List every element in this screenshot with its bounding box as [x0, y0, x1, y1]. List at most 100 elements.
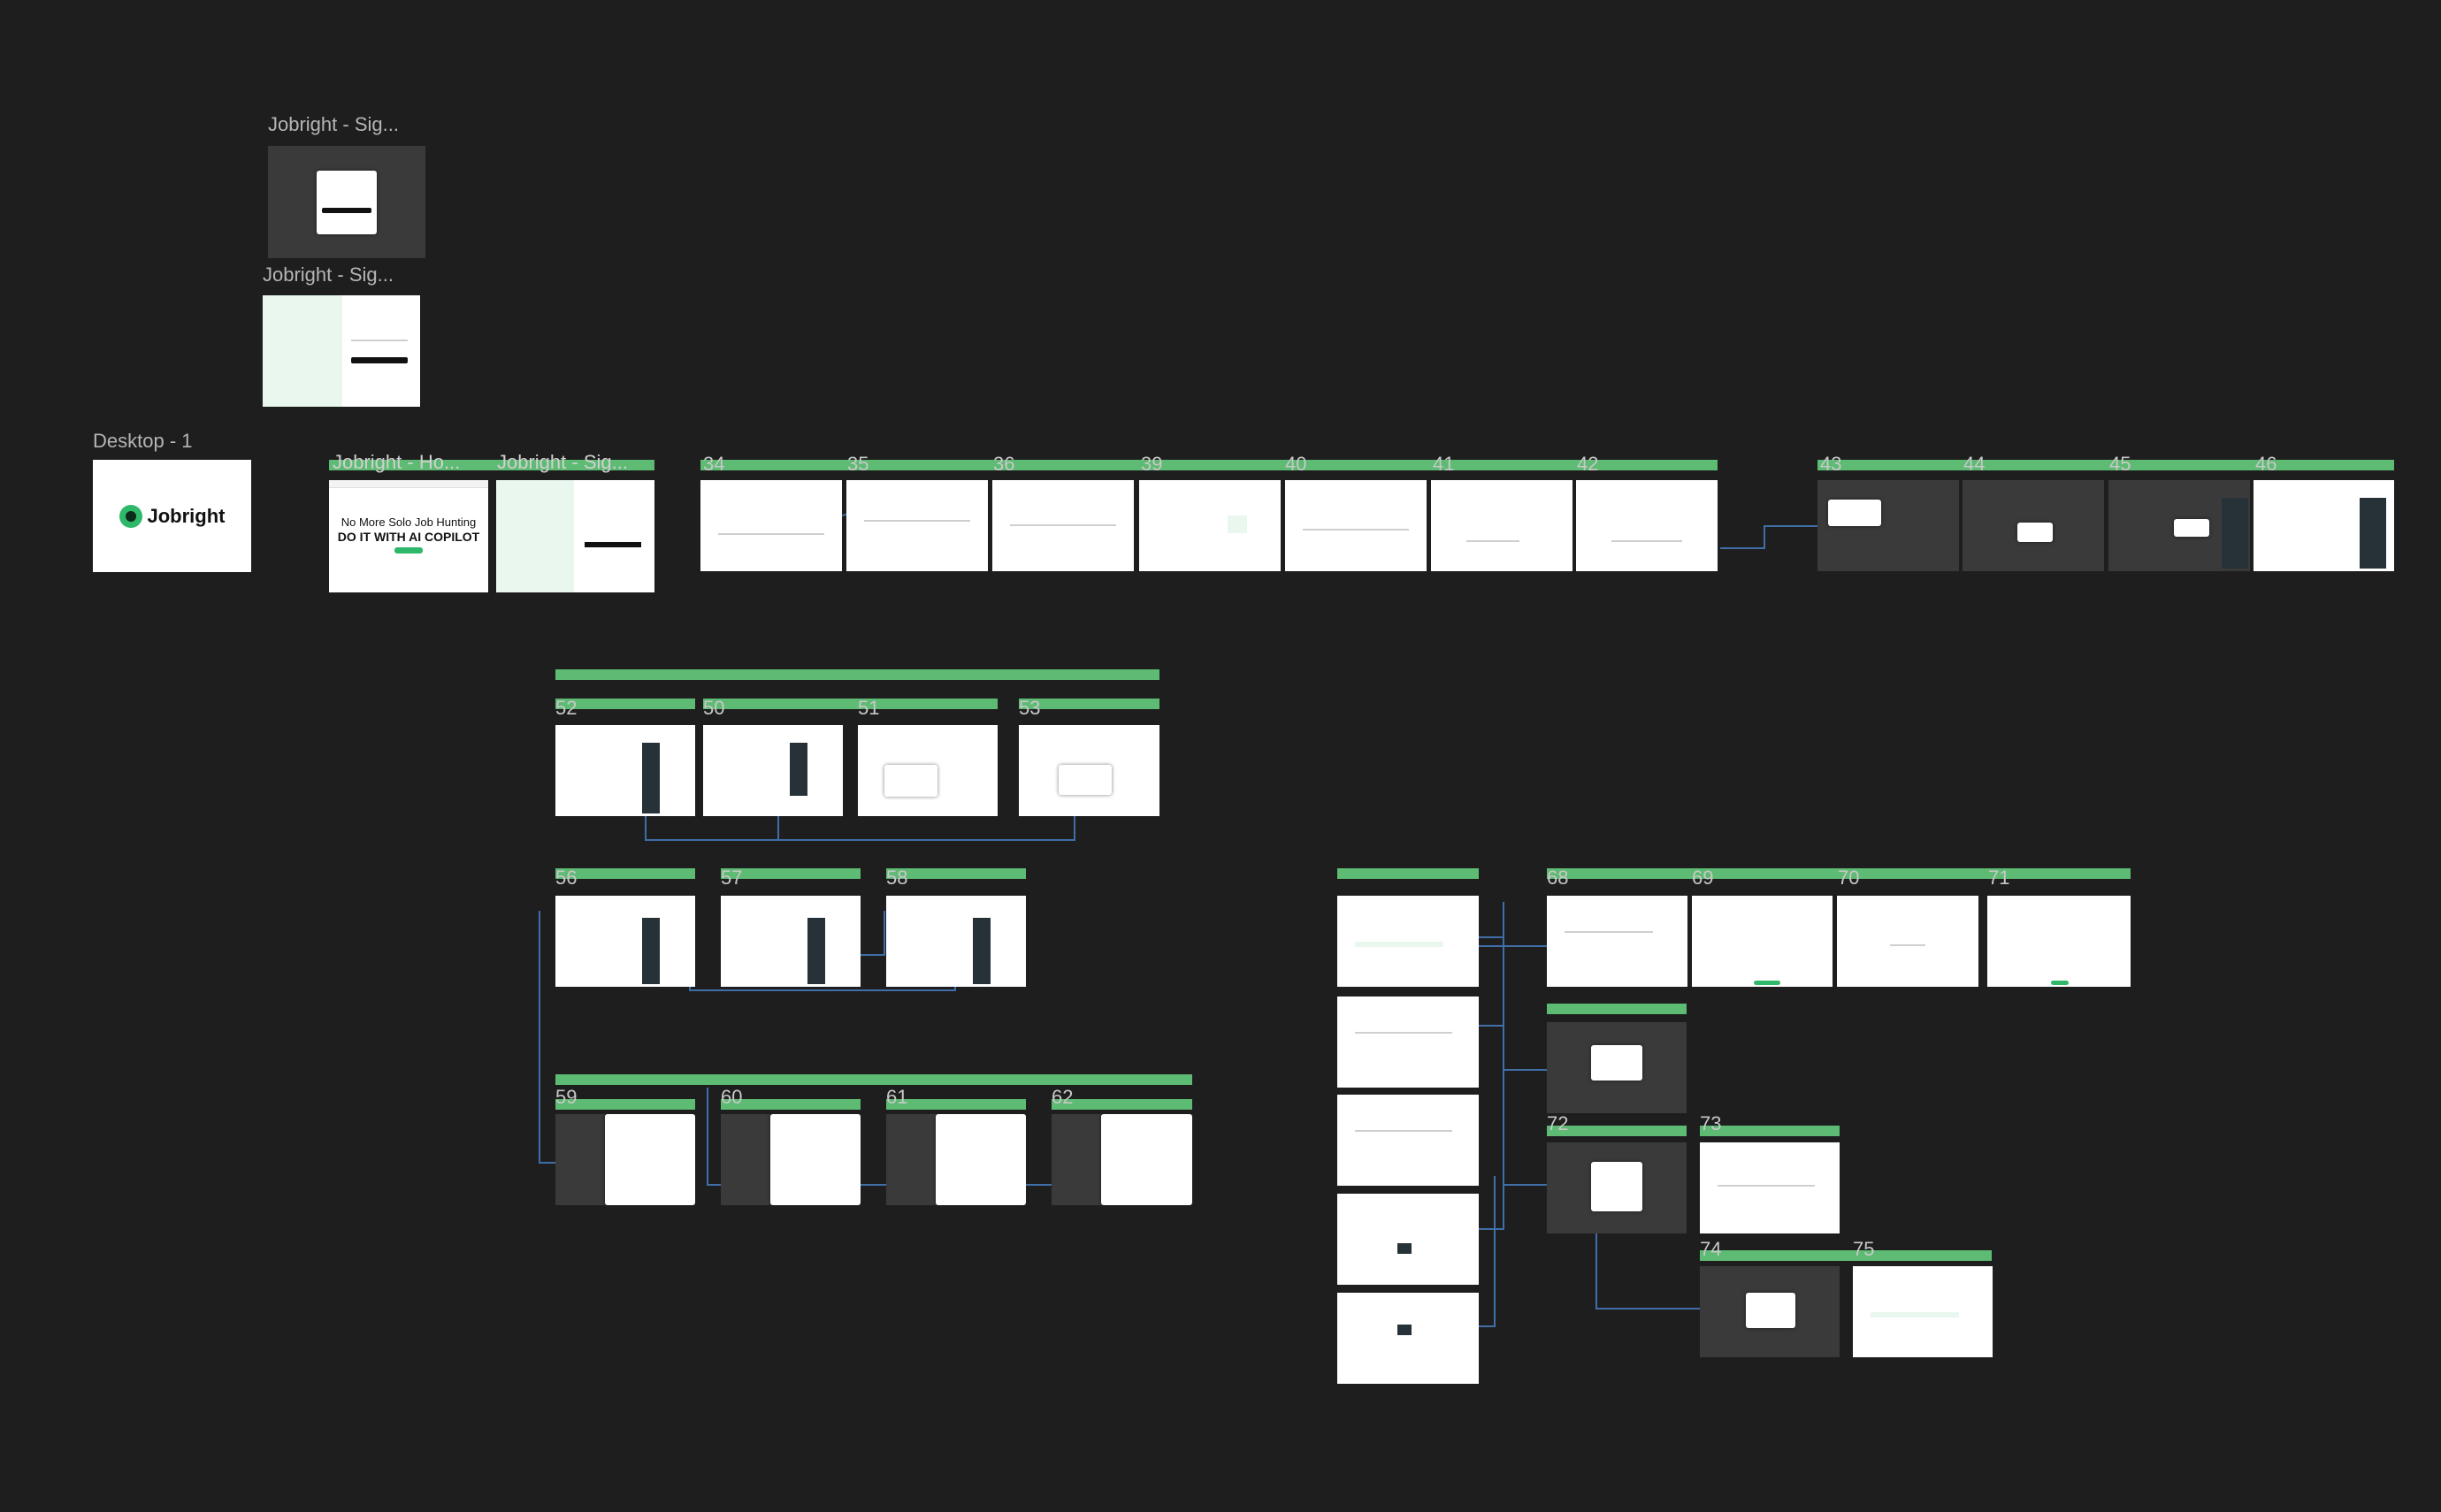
frame-pref-61[interactable] [886, 1114, 1026, 1205]
frame-apply-70[interactable] [1837, 896, 1978, 987]
frame-73[interactable] [1700, 1142, 1840, 1233]
frame-number: 50 [703, 697, 725, 719]
home-nav [329, 480, 488, 488]
frame-title-signin-row[interactable]: Jobright - Sig... [497, 451, 628, 474]
frame-pref-62[interactable] [1052, 1114, 1192, 1205]
frame-pref-60[interactable] [721, 1114, 861, 1205]
frame-onboarding-36[interactable] [992, 480, 1134, 571]
frame-number: 75 [1853, 1238, 1875, 1260]
frame-number: 42 [1577, 453, 1599, 475]
highlight-row [1871, 1312, 1959, 1317]
frame-title-home[interactable]: Jobright - Ho... [333, 451, 460, 474]
side-column [790, 743, 807, 796]
side-column [642, 918, 660, 984]
signin-row-submit [585, 542, 641, 547]
frame-title-signin-dark[interactable]: Jobright - Sig... [268, 113, 399, 136]
frame-number: 71 [1988, 867, 2010, 889]
dialog [1059, 765, 1112, 795]
side-column [2360, 498, 2386, 569]
content-line [864, 520, 970, 522]
frame-number: 45 [2109, 453, 2131, 475]
frame-number: 69 [1692, 867, 1714, 889]
frame-apply-69[interactable] [1692, 896, 1833, 987]
frame-number: 56 [555, 867, 578, 889]
frame-tour-45[interactable] [2108, 480, 2250, 571]
dialog [1591, 1162, 1642, 1211]
frame-detail-b[interactable] [1337, 997, 1479, 1088]
frame-onboarding-34[interactable] [700, 480, 842, 571]
frame-tour-46[interactable] [2254, 480, 2394, 571]
report-dialog [1591, 1045, 1642, 1081]
badge [1397, 1243, 1412, 1254]
frame-tour-43[interactable] [1817, 480, 1959, 571]
content-line [1303, 529, 1409, 531]
frame-75[interactable] [1853, 1266, 1993, 1357]
frame-onboarding-42[interactable] [1576, 480, 1718, 571]
frame-filter-56[interactable] [555, 896, 695, 987]
frame-filter-58[interactable] [886, 896, 1026, 987]
frame-tour-44[interactable] [1963, 480, 2104, 571]
tour-popover [2174, 519, 2209, 537]
frame-number: 60 [721, 1086, 743, 1108]
frame-number: 43 [1820, 453, 1842, 475]
frame-number: 44 [1963, 453, 1986, 475]
tour-popover [1828, 500, 1881, 526]
section-bar-preferences [555, 1074, 1192, 1085]
frame-pref-59[interactable] [555, 1114, 695, 1205]
frame-detail-a[interactable] [1337, 896, 1479, 987]
frame-title-signin-light[interactable]: Jobright - Sig... [263, 263, 394, 286]
drawer [1101, 1114, 1192, 1205]
signin-field [351, 340, 408, 341]
frame-number: 52 [555, 697, 578, 719]
home-headline: No More Solo Job Hunting [341, 515, 477, 529]
frame-jobs-52[interactable] [555, 725, 695, 816]
frame-74[interactable] [1700, 1266, 1840, 1357]
dialog [1746, 1293, 1795, 1328]
tour-popover [2017, 523, 2053, 542]
signin-submit [351, 357, 408, 363]
frame-72[interactable] [1547, 1142, 1687, 1233]
logo-text: Jobright [147, 504, 226, 527]
drawer [605, 1114, 695, 1205]
logo: Jobright [93, 460, 251, 572]
frame-number: 39 [1141, 453, 1163, 475]
frame-jobs-51[interactable] [858, 725, 998, 816]
content-line [1466, 540, 1519, 542]
frame-apply-68[interactable] [1547, 896, 1687, 987]
design-canvas[interactable]: Jobright - Sig... Jobright - Sig... Desk… [0, 0, 2441, 1512]
frame-onboarding-41[interactable] [1431, 480, 1572, 571]
frame-onboarding-39[interactable] [1139, 480, 1281, 571]
frame-desktop-1[interactable]: Jobright [93, 460, 251, 572]
frame-signin-dark[interactable] [268, 146, 425, 258]
frame-signin-light[interactable] [263, 295, 420, 407]
frame-number: 51 [858, 697, 880, 719]
frame-number: 53 [1019, 697, 1041, 719]
frame-number: 73 [1700, 1112, 1722, 1134]
frame-number: 70 [1838, 867, 1860, 889]
signin-button [322, 208, 371, 213]
frame-home[interactable]: No More Solo Job Hunting DO IT WITH AI C… [329, 480, 488, 592]
badge [1397, 1325, 1412, 1335]
frame-onboarding-40[interactable] [1285, 480, 1427, 571]
frame-number: 35 [847, 453, 869, 475]
frame-apply-71[interactable] [1987, 896, 2131, 987]
jobright-logo-icon [119, 504, 142, 528]
frame-signin-row[interactable] [496, 480, 654, 592]
frame-detail-d[interactable] [1337, 1194, 1479, 1285]
highlight-row [1355, 942, 1443, 947]
side-column [973, 918, 991, 984]
frame-detail-e[interactable] [1337, 1293, 1479, 1384]
drawer [936, 1114, 1026, 1205]
content-line [1890, 944, 1925, 946]
frame-onboarding-35[interactable] [846, 480, 988, 571]
frame-jobs-50[interactable] [703, 725, 843, 816]
frame-detail-c[interactable] [1337, 1095, 1479, 1186]
home-subheadline: DO IT WITH AI COPILOT [337, 530, 480, 544]
frame-report[interactable] [1547, 1022, 1687, 1113]
frame-filter-57[interactable] [721, 896, 861, 987]
frame-title-desktop-1[interactable]: Desktop - 1 [93, 430, 193, 453]
frame-number: 46 [2255, 453, 2277, 475]
frame-jobs-53[interactable] [1019, 725, 1159, 816]
frame-number: 34 [703, 453, 725, 475]
frame-number: 68 [1547, 867, 1569, 889]
